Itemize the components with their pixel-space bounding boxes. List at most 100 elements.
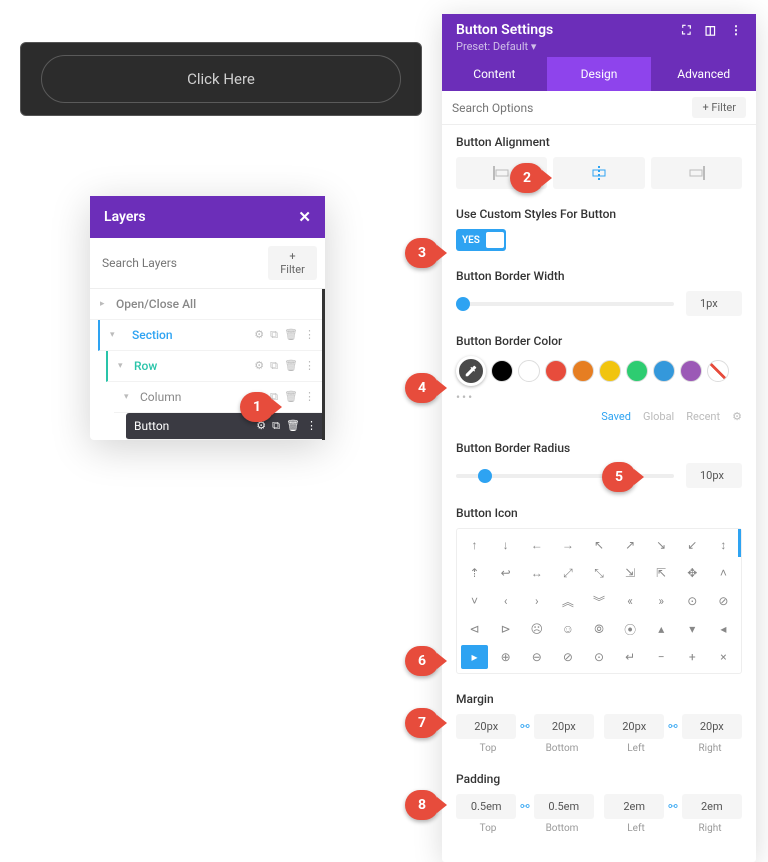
icon-ocircle-left[interactable]: ⊘ [554, 645, 581, 669]
gear-icon[interactable]: ⚙ [732, 410, 742, 423]
icon-arrow-lr[interactable]: ↔ [523, 561, 550, 585]
layer-button[interactable]: Button ⚙ ⧉ 🗑 ⋮ [126, 413, 325, 440]
more-icon[interactable]: ⋮ [304, 328, 315, 342]
more-icon[interactable]: ⋮ [306, 419, 317, 433]
slider-thumb[interactable] [478, 469, 492, 483]
icon-circle-up[interactable]: ⊙ [679, 589, 706, 613]
icon-chevron-down2[interactable]: ˅ [461, 589, 488, 613]
margin-top-input[interactable]: 20px [456, 714, 516, 739]
padding-top-input[interactable]: 0.5em [456, 794, 516, 819]
margin-bottom-input[interactable]: 20px [534, 714, 594, 739]
icon-arrow-up[interactable]: ↑ [461, 533, 488, 557]
more-icon[interactable]: ⋮ [304, 390, 315, 404]
more-icon[interactable]: ⋮ [304, 359, 315, 373]
swatch-purple[interactable] [680, 360, 702, 382]
icon-enlarge[interactable]: ⇱ [648, 561, 675, 585]
custom-styles-toggle[interactable]: YES [456, 229, 506, 251]
margin-left-input[interactable]: 20px [604, 714, 664, 739]
color-tab-recent[interactable]: Recent [686, 410, 720, 423]
expand-icon[interactable]: ⛶ [682, 23, 690, 38]
icon-rewind[interactable]: ⦾ [585, 617, 612, 641]
trash-icon[interactable]: 🗑 [284, 328, 298, 342]
icon-forward[interactable]: ⦿ [617, 617, 644, 641]
icon-dchevron-left[interactable]: « [617, 589, 644, 613]
color-picker-button[interactable] [456, 356, 486, 386]
color-tab-saved[interactable]: Saved [601, 410, 631, 423]
link-icon[interactable]: ⚯ [520, 720, 529, 733]
tab-advanced[interactable]: Advanced [651, 57, 756, 91]
icon-ocircle-up[interactable]: ⊕ [492, 645, 519, 669]
icon-chevron-left[interactable]: ‹ [492, 589, 519, 613]
padding-left-input[interactable]: 2em [604, 794, 664, 819]
snap-icon[interactable]: ◫ [705, 23, 716, 38]
icon-chevron-right[interactable]: › [523, 589, 550, 613]
icon-triangle-up[interactable]: ▴ [648, 617, 675, 641]
layers-search-input[interactable] [98, 246, 262, 280]
layers-open-close[interactable]: ▸ Open/Close All [90, 289, 325, 320]
icon-arrow-down[interactable]: ↓ [492, 533, 519, 557]
swatch-blue[interactable] [653, 360, 675, 382]
padding-bottom-input[interactable]: 0.5em [534, 794, 594, 819]
more-dots-icon[interactable]: ••• [456, 390, 742, 404]
icon-triangle-down[interactable]: ▾ [679, 617, 706, 641]
settings-preset[interactable]: Preset: Default ▾ [456, 40, 742, 53]
gear-icon[interactable]: ⚙ [254, 328, 264, 342]
settings-search-input[interactable] [452, 97, 684, 118]
icon-circle-left[interactable]: ⊲ [461, 617, 488, 641]
link-icon[interactable]: ⚯ [668, 800, 677, 813]
icon-face-sad[interactable]: ☹ [523, 617, 550, 641]
icon-arrow-hook[interactable]: ↩ [492, 561, 519, 585]
icon-arrow-left[interactable]: ← [523, 533, 550, 557]
icon-return[interactable]: ↵ [617, 645, 644, 669]
icon-dchevron-down[interactable]: ︾ [585, 589, 612, 613]
swatch-none[interactable] [707, 360, 729, 382]
swatch-green[interactable] [626, 360, 648, 382]
layer-row[interactable]: ▾ Row ⚙ ⧉ 🗑 ⋮ [106, 351, 325, 382]
tab-design[interactable]: Design [547, 57, 652, 91]
icon-arrow-updown[interactable]: ↕ [710, 533, 737, 557]
icon-triangle-right-selected[interactable]: ▸ [461, 645, 488, 669]
swatch-black[interactable] [491, 360, 513, 382]
icon-arrow-sw[interactable]: ↙ [679, 533, 706, 557]
icon-close[interactable]: × [710, 645, 737, 669]
slider-thumb[interactable] [456, 297, 470, 311]
icon-face-happy[interactable]: ☺ [554, 617, 581, 641]
icon-plus[interactable]: + [679, 645, 706, 669]
margin-right-input[interactable]: 20px [682, 714, 742, 739]
layer-column[interactable]: ▾ Column ⚙ ⧉ 🗑 ⋮ [114, 382, 325, 413]
icon-circle-right[interactable]: ⊳ [492, 617, 519, 641]
icon-arrow-nw[interactable]: ↖ [585, 533, 612, 557]
icon-expand-nw[interactable]: ⤢ [554, 561, 581, 585]
swatch-orange[interactable] [572, 360, 594, 382]
icon-dchevron-up[interactable]: ︽ [554, 589, 581, 613]
link-icon[interactable]: ⚯ [668, 720, 677, 733]
swatch-yellow[interactable] [599, 360, 621, 382]
icon-minus[interactable]: − [648, 645, 675, 669]
link-icon[interactable]: ⚯ [520, 800, 529, 813]
icon-circle-check[interactable]: ⊘ [710, 589, 737, 613]
gear-icon[interactable]: ⚙ [254, 359, 264, 373]
border-width-value[interactable]: 1px [686, 291, 742, 316]
layer-section[interactable]: ▾ Section ⚙ ⧉ 🗑 ⋮ [98, 320, 325, 351]
align-center-button[interactable] [553, 157, 644, 189]
icon-darrow-up[interactable]: ⇡ [461, 561, 488, 585]
border-radius-value[interactable]: 10px [686, 463, 742, 488]
icon-arrow-se[interactable]: ↘ [648, 533, 675, 557]
trash-icon[interactable]: 🗑 [284, 390, 298, 404]
preview-button-module[interactable]: Click Here [20, 42, 422, 116]
layers-filter-button[interactable]: + Filter [268, 246, 317, 280]
border-width-slider[interactable] [456, 302, 674, 306]
padding-right-input[interactable]: 2em [682, 794, 742, 819]
duplicate-icon[interactable]: ⧉ [270, 328, 278, 342]
icon-dchevron-right[interactable]: » [648, 589, 675, 613]
tab-content[interactable]: Content [442, 57, 547, 91]
icon-arrow-ne[interactable]: ↗ [617, 533, 644, 557]
icon-arrow-right[interactable]: → [554, 533, 581, 557]
color-tab-global[interactable]: Global [643, 410, 674, 423]
icon-chevron-up[interactable]: ˄ [710, 561, 737, 585]
more-icon[interactable]: ⋮ [730, 23, 742, 38]
icon-move[interactable]: ✥ [679, 561, 706, 585]
icon-ocircle-right[interactable]: ⊙ [585, 645, 612, 669]
trash-icon[interactable]: 🗑 [286, 419, 300, 433]
settings-filter-button[interactable]: + Filter [692, 97, 746, 118]
